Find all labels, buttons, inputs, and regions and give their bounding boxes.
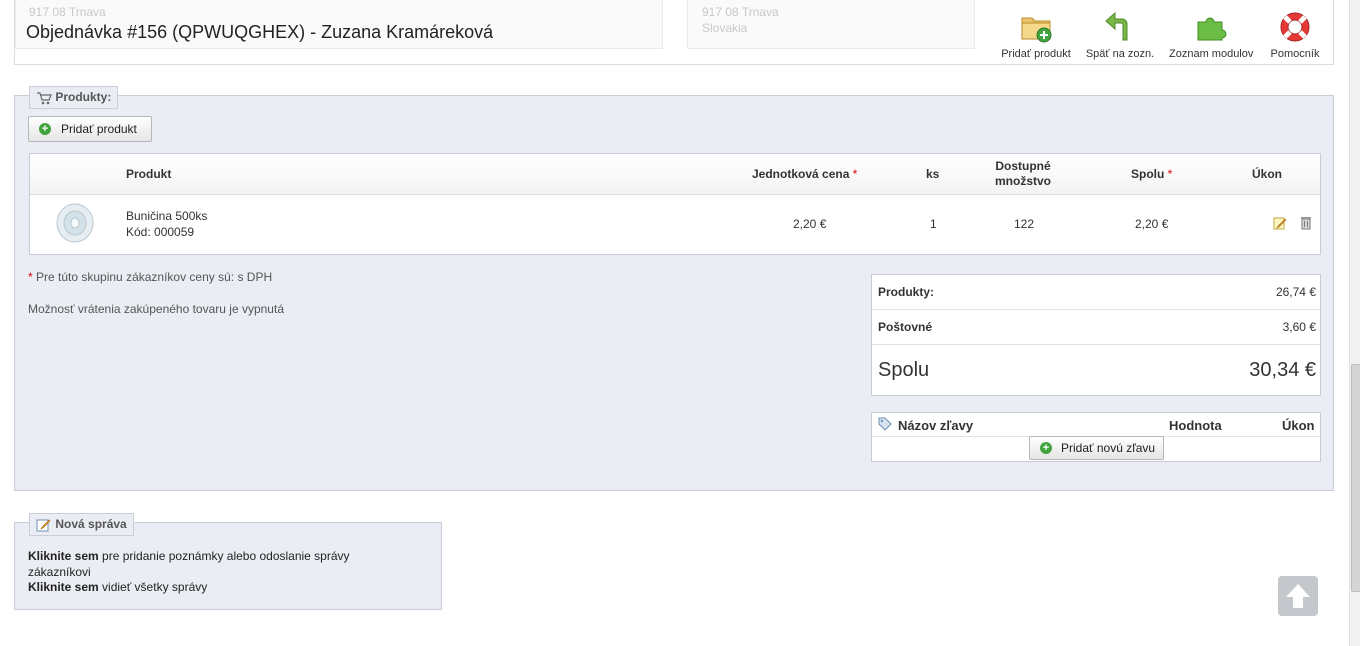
delivery-address-box: 917 08 Trnava Slovakia <box>687 0 975 49</box>
col-action: Úkon <box>1252 167 1282 181</box>
col-discount-name: Názov zľavy <box>898 418 974 433</box>
tool-label: Pridať produkt <box>1001 48 1071 60</box>
col-product: Produkt <box>126 167 172 181</box>
page-title: Objednávka #156 (QPWUQGHEX) - Zuzana Kra… <box>26 22 494 42</box>
products-table: Produkt Jednotková cena * ks Dostupné mn… <box>29 153 1321 255</box>
order-totals: Produkty: 26,74 € Poštovné 3,60 € Spolu … <box>871 274 1321 396</box>
tool-label: Zoznam modulov <box>1169 48 1254 60</box>
add-product-toolbar-button[interactable]: Pridať produkt <box>1001 10 1071 60</box>
totals-products-value: 26,74 € <box>1275 285 1316 299</box>
stock-value: 122 <box>1014 217 1035 231</box>
scrollbar-thumb[interactable] <box>1351 364 1360 592</box>
click-here-link[interactable]: Kliknite sem <box>28 549 99 563</box>
legend-label: Nová správa <box>55 517 127 531</box>
col-total: Spolu * <box>1131 167 1172 181</box>
col-total-label: Spolu <box>1131 167 1165 181</box>
add-discount-button[interactable]: + Pridať novú zľavu <box>1029 436 1164 460</box>
qty-value: 1 <box>930 217 937 231</box>
totals-grand-row: Spolu 30,34 € <box>872 345 1320 394</box>
tool-label: Pomocník <box>1270 48 1320 60</box>
totals-shipping-label: Poštovné <box>878 320 933 334</box>
note-edit-icon <box>36 518 52 532</box>
price-group-note: * Pre túto skupinu zákazníkov ceny sú: s… <box>28 270 272 284</box>
totals-products-row: Produkty: 26,74 € <box>872 275 1320 310</box>
scroll-to-top-button[interactable] <box>1278 576 1318 616</box>
message-line-2-text: vidieť všetky správy <box>102 580 208 594</box>
back-arrow-icon <box>1105 11 1128 41</box>
totals-shipping-row: Poštovné 3,60 € <box>872 310 1320 345</box>
col-qty: ks <box>926 167 940 181</box>
totals-shipping-value: 3,60 € <box>1282 320 1316 334</box>
table-row: Buničina 500ks Kód: 000059 2,20 € 1 122 … <box>30 195 1320 253</box>
products-legend: Produkty: <box>29 86 119 109</box>
discounts-table: Názov zľavy Hodnota Úkon + Pridať novú z… <box>871 412 1321 462</box>
discounts-header: Názov zľavy Hodnota Úkon <box>872 413 1320 437</box>
edit-icon[interactable] <box>1273 216 1287 230</box>
add-product-label: Pridať produkt <box>61 122 137 136</box>
delete-icon[interactable] <box>1299 216 1313 230</box>
module-list-button[interactable]: Zoznam modulov <box>1169 10 1253 60</box>
totals-grand-label: Spolu <box>878 359 930 381</box>
add-product-button[interactable]: + Pridať produkt <box>28 116 152 142</box>
message-line-2: Kliknite sem vidieť všetky správy <box>28 580 207 594</box>
table-header: Produkt Jednotková cena * ks Dostupné mn… <box>30 154 1320 195</box>
product-image <box>54 202 96 244</box>
add-icon: + <box>39 123 51 135</box>
new-message-legend: Nová správa <box>29 513 134 536</box>
ghost-address-line: 917 08 Trnava <box>702 5 779 19</box>
col-unit-price-label: Jednotková cena <box>752 167 850 181</box>
new-message-fieldset: Nová správa Kliknite sem pre pridanie po… <box>14 513 442 610</box>
total-value: 2,20 € <box>1135 217 1169 231</box>
lifebuoy-icon <box>1280 12 1310 42</box>
product-code: Kód: 000059 <box>126 225 195 239</box>
price-group-note-text: Pre túto skupinu zákazníkov ceny sú: s D… <box>36 270 273 284</box>
col-stock: Dostupné množstvo <box>994 159 1051 188</box>
col-discount-action: Úkon <box>1282 418 1315 433</box>
back-to-list-button[interactable]: Späť na zozn. <box>1085 10 1155 60</box>
puzzle-icon <box>1197 17 1227 41</box>
products-fieldset: Produkty: + Pridať produkt Produkt Jedno… <box>14 86 1334 491</box>
tool-label: Späť na zozn. <box>1085 48 1155 60</box>
arrow-up-icon <box>1286 584 1310 608</box>
required-star: * <box>852 167 858 181</box>
totals-products-label: Produkty: <box>878 285 935 299</box>
legend-label: Produkty: <box>55 90 112 104</box>
help-button[interactable]: Pomocník <box>1267 10 1323 60</box>
add-icon: + <box>1040 442 1052 454</box>
tag-icon <box>878 417 892 434</box>
col-unit-price: Jednotková cena * <box>752 167 857 181</box>
note-star: * <box>28 270 33 284</box>
col-discount-value: Hodnota <box>1169 418 1222 433</box>
required-star: * <box>1167 167 1173 181</box>
unit-price-value: 2,20 € <box>793 217 827 231</box>
message-line-1: Kliknite sem pre pridanie poznámky alebo… <box>28 548 408 580</box>
product-name[interactable]: Buničina 500ks <box>126 209 207 223</box>
page-scrollbar[interactable] <box>1349 0 1360 646</box>
add-discount-label: Pridať novú zľavu <box>1061 441 1156 455</box>
ghost-address-country: Slovakia <box>702 21 748 35</box>
returns-note: Možnosť vrátenia zakúpeného tovaru je vy… <box>28 302 284 316</box>
folder-add-icon <box>1021 17 1052 43</box>
order-header: 917 08 Trnava 917 08 Trnava Slovakia Obj… <box>14 0 1334 65</box>
ghost-address-line: 917 08 Trnava <box>29 5 106 19</box>
totals-grand-value: 30,34 € <box>1249 359 1316 381</box>
click-here-link[interactable]: Kliknite sem <box>28 580 99 594</box>
cart-icon <box>36 91 52 105</box>
